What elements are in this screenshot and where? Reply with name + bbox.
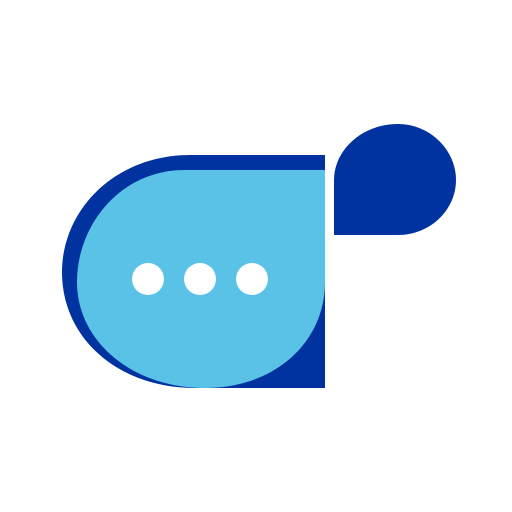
typing-dot [236, 263, 268, 295]
app-logo-canvas [0, 0, 512, 512]
small-bubble-shape [334, 124, 456, 235]
typing-dots [132, 263, 268, 295]
typing-dot [132, 263, 164, 295]
chat-bubble-typing-icon [62, 124, 456, 388]
typing-dot [184, 263, 216, 295]
